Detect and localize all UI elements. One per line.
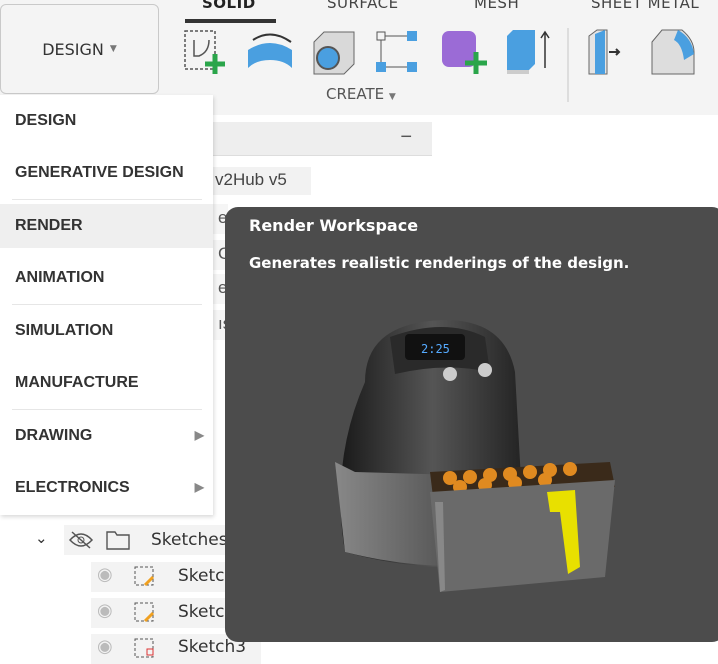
menu-item-label: RENDER [15, 217, 83, 234]
menu-divider [12, 409, 202, 410]
tab-surface[interactable]: SURFACE [327, 0, 399, 12]
create-dropdown[interactable]: CREATE ▼ [326, 85, 396, 103]
tab-sheet-metal[interactable]: SHEET METAL [591, 0, 699, 12]
menu-item-label: DESIGN [15, 112, 77, 129]
create-label: CREATE [326, 85, 385, 103]
menu-item-label: GENERATIVE DESIGN [15, 164, 184, 181]
air-fryer-render-image: 2:25 [335, 320, 615, 592]
revolve-icon[interactable] [245, 28, 295, 78]
menu-item-label: DRAWING [15, 427, 93, 444]
menu-item-manufacture[interactable]: MANUFACTURE [0, 361, 213, 405]
menu-item-drawing[interactable]: DRAWING ▶ [0, 414, 213, 458]
chevron-down-icon[interactable]: ⌄ [35, 529, 48, 547]
active-tab-indicator [185, 19, 276, 23]
menu-item-label: ANIMATION [15, 269, 105, 286]
eye-hidden-icon[interactable] [68, 530, 94, 550]
menu-item-render[interactable]: RENDER [0, 204, 213, 248]
sketch-label[interactable]: Sketc [178, 566, 225, 586]
render-workspace-tooltip: Render Workspace Generates realistic ren… [225, 207, 718, 642]
menu-item-electronics[interactable]: ELECTRONICS ▶ [0, 466, 213, 510]
menu-item-label: MANUFACTURE [15, 374, 139, 391]
create-form-icon[interactable] [440, 28, 490, 78]
tooltip-description: Generates realistic renderings of the de… [249, 254, 630, 272]
tab-mesh[interactable]: MESH [474, 0, 519, 12]
workspace-label: DESIGN [42, 39, 104, 59]
sketch-icon [134, 602, 155, 623]
menu-divider [12, 199, 202, 200]
menu-item-design[interactable]: DESIGN [0, 99, 213, 143]
browser-header: − [213, 122, 432, 156]
tab-solid[interactable]: SOLID [202, 0, 256, 12]
workspace-switcher-button[interactable]: DESIGN ▼ [0, 4, 159, 94]
extrude-icon[interactable] [503, 28, 553, 78]
folder-icon [106, 531, 130, 550]
menu-item-generative-design[interactable]: GENERATIVE DESIGN [0, 151, 213, 195]
submenu-arrow-icon: ▶ [194, 428, 204, 442]
create-sketch-icon[interactable] [180, 28, 230, 78]
caret-down-icon: ▼ [388, 92, 396, 102]
menu-divider [12, 304, 202, 305]
folder-label[interactable]: Sketches [151, 530, 228, 550]
eye-icon[interactable]: ◉ [97, 600, 113, 621]
fillet-icon[interactable] [648, 28, 698, 78]
sketch-label[interactable]: Sketc [178, 602, 225, 622]
flange-icon[interactable] [585, 28, 635, 78]
menu-item-animation[interactable]: ANIMATION [0, 256, 213, 300]
workspace-menu: DESIGN GENERATIVE DESIGN RENDER ANIMATIO… [0, 95, 213, 515]
sketch-locked-icon [134, 638, 154, 658]
tooltip-title: Render Workspace [249, 216, 419, 235]
eye-icon[interactable]: ◉ [97, 564, 113, 585]
menu-item-label: ELECTRONICS [15, 479, 130, 496]
document-title[interactable]: v2Hub v5 [213, 167, 311, 195]
pattern-icon[interactable] [373, 28, 423, 78]
caret-down-icon: ▼ [109, 44, 117, 54]
toolbar-separator [567, 28, 569, 102]
sketch-icon [134, 566, 155, 587]
menu-item-label: SIMULATION [15, 322, 114, 339]
collapse-icon[interactable]: − [400, 126, 412, 149]
submenu-arrow-icon: ▶ [194, 480, 204, 494]
menu-item-simulation[interactable]: SIMULATION [0, 309, 213, 353]
fryer-display-text: 2:25 [421, 342, 450, 356]
hole-icon[interactable] [310, 28, 360, 78]
